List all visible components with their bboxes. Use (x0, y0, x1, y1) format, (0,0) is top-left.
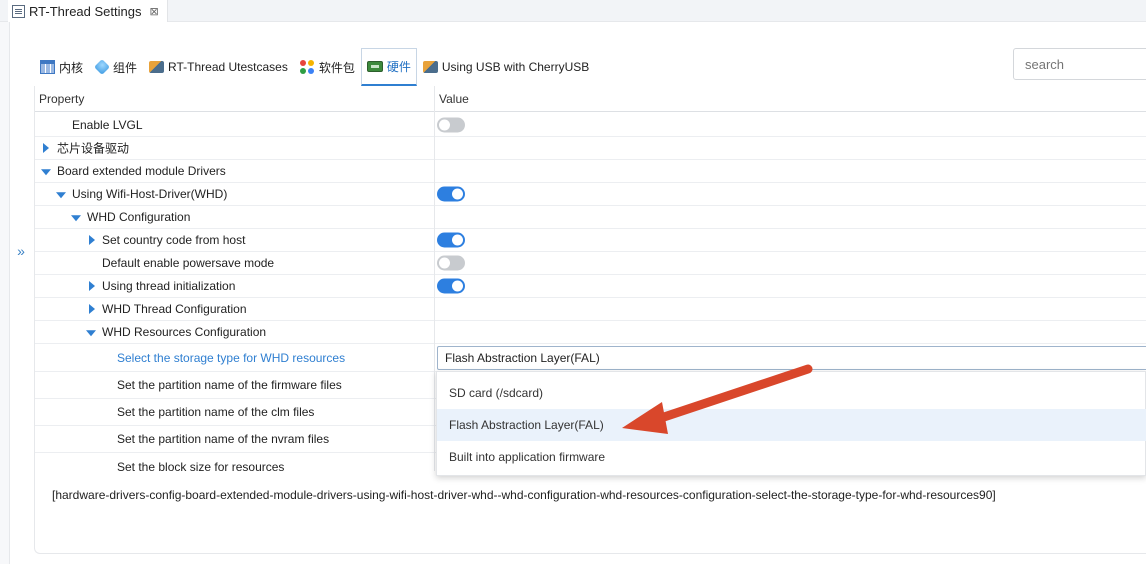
tab-components[interactable]: 组件 (89, 48, 143, 86)
tab-label: 内核 (59, 60, 84, 75)
hardware-board-icon (366, 61, 383, 72)
tab-hardware[interactable]: 硬件 (360, 48, 417, 86)
collapse-arrow-icon[interactable] (56, 192, 66, 199)
row-label: Select the storage type for WHD resource… (117, 350, 346, 365)
editor-tab-bar: RT-Thread Settings ⊠ (0, 0, 1146, 22)
collapse-arrow-icon[interactable] (86, 330, 96, 337)
row-label: Using Wifi-Host-Driver(WHD) (72, 187, 228, 201)
package-icon (299, 59, 315, 75)
row-label: Board extended module Drivers (57, 164, 226, 178)
table-header: Property Value (35, 86, 1146, 112)
left-gutter (0, 22, 10, 564)
expand-arrow-icon[interactable] (89, 235, 95, 245)
row-label: WHD Resources Configuration (102, 325, 267, 339)
dropdown-option[interactable]: Flash Abstraction Layer(FAL) (437, 409, 1146, 441)
expand-arrow-icon[interactable] (43, 143, 49, 153)
config-tab-bar: 内核 组件 RT-Thread Utestcases 软件包 硬件 Using … (34, 48, 595, 86)
row-label: 芯片设备驱动 (57, 141, 130, 156)
table-row[interactable]: Default enable powersave mode (35, 252, 1146, 275)
row-label: Set the partition name of the nvram file… (117, 432, 330, 446)
table-row[interactable]: 芯片设备驱动 (35, 137, 1146, 160)
storage-type-dropdown: SD card (/sdcard) Flash Abstraction Laye… (436, 371, 1146, 476)
expand-arrow-icon[interactable] (89, 304, 95, 314)
collapse-arrow-icon[interactable] (41, 169, 51, 176)
table-row[interactable]: Select the storage type for WHD resource… (35, 344, 1146, 372)
tool-icon (149, 61, 165, 73)
cube-icon (94, 59, 110, 75)
expand-arrow-icon[interactable] (89, 281, 95, 291)
search-input[interactable] (1013, 48, 1146, 80)
row-label: Default enable powersave mode (102, 256, 275, 270)
tool-icon (422, 61, 438, 73)
collapse-arrow-icon[interactable] (71, 215, 81, 222)
property-column-header: Property (39, 92, 85, 106)
storage-type-select[interactable]: Flash Abstraction Layer(FAL) (437, 346, 1146, 370)
row-label: WHD Configuration (87, 210, 191, 224)
row-label: Set country code from host (102, 233, 246, 247)
table-row[interactable]: Using thread initialization (35, 275, 1146, 298)
row-label: Using thread initialization (102, 279, 236, 293)
table-row[interactable]: WHD Resources Configuration (35, 321, 1146, 344)
tab-label: 软件包 (318, 60, 355, 75)
table-row[interactable]: Enable LVGL (35, 114, 1146, 137)
dropdown-option[interactable]: SD card (/sdcard) (437, 377, 1146, 409)
table-row[interactable]: WHD Thread Configuration (35, 298, 1146, 321)
row-label: Set the partition name of the clm files (117, 405, 315, 419)
close-icon[interactable]: ⊠ (149, 5, 158, 18)
tab-label: RT-Thread Utestcases (168, 60, 288, 74)
table-row[interactable]: Set country code from host (35, 229, 1146, 252)
table-row[interactable]: Using Wifi-Host-Driver(WHD) (35, 183, 1146, 206)
config-path-text: [hardware-drivers-config-board-extended-… (52, 488, 996, 502)
table-icon (40, 60, 55, 74)
thread-init-toggle[interactable] (437, 278, 465, 294)
powersave-toggle[interactable] (437, 255, 465, 271)
value-column-header: Value (439, 92, 469, 106)
editor-tab-title: RT-Thread Settings (29, 3, 142, 19)
description-panel: [hardware-drivers-config-board-extended-… (34, 471, 1146, 554)
settings-document-icon (12, 4, 25, 18)
using-whd-toggle[interactable] (437, 186, 465, 202)
country-code-toggle[interactable] (437, 232, 465, 248)
dropdown-option[interactable]: Built into application firmware (437, 441, 1146, 473)
tab-label: 组件 (113, 60, 138, 75)
column-divider[interactable] (434, 86, 435, 471)
table-row[interactable]: Board extended module Drivers (35, 160, 1146, 183)
table-row[interactable]: WHD Configuration (35, 206, 1146, 229)
tab-kernel[interactable]: 内核 (34, 48, 89, 86)
tab-cherryusb[interactable]: Using USB with CherryUSB (417, 48, 595, 86)
row-label: Set the block size for resources (117, 459, 285, 472)
tab-label: Using USB with CherryUSB (441, 60, 590, 74)
tab-utestcases[interactable]: RT-Thread Utestcases (143, 48, 294, 86)
enable-lvgl-toggle[interactable] (437, 117, 465, 133)
editor-tab-rt-thread-settings[interactable]: RT-Thread Settings ⊠ (8, 0, 168, 22)
row-label: Enable LVGL (72, 118, 143, 132)
row-label: Set the partition name of the firmware f… (117, 378, 342, 392)
row-label: WHD Thread Configuration (102, 302, 247, 316)
tab-label: 硬件 (386, 60, 411, 74)
tab-packages[interactable]: 软件包 (294, 48, 361, 86)
expand-panel-icon[interactable]: » (10, 240, 32, 262)
